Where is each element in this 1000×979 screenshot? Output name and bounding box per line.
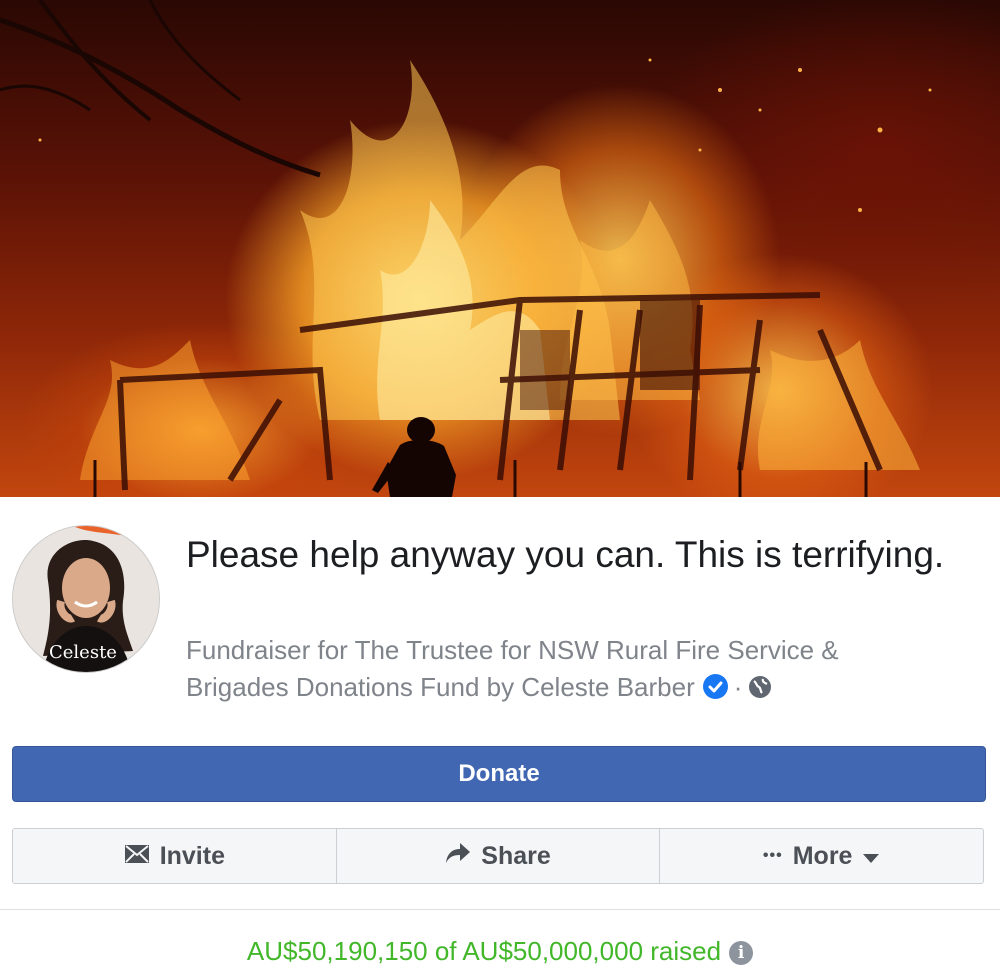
action-bar: Invite Share ••• More [12, 828, 984, 884]
info-icon[interactable]: i [729, 941, 754, 965]
avatar-caption: Celeste [49, 642, 117, 663]
amount-raised: AU$50,190,150 of AU$50,000,000 raised i [0, 936, 1000, 967]
envelope-icon [124, 842, 150, 871]
raised-text: AU$50,190,150 of AU$50,000,000 raised [246, 936, 722, 966]
fundraiser-subtitle: Fundraiser for The Trustee for NSW Rural… [186, 632, 946, 706]
share-arrow-icon [445, 842, 471, 871]
share-button[interactable]: Share [337, 829, 661, 883]
invite-label: Invite [159, 841, 225, 870]
more-label: More [792, 841, 853, 870]
invite-button[interactable]: Invite [13, 829, 337, 883]
fire-scene [0, 0, 932, 497]
fundraiser-title: Please help anyway you can. This is terr… [186, 534, 945, 575]
avatar[interactable]: Celeste [12, 525, 160, 673]
cover-photo [0, 0, 1000, 497]
globe-icon[interactable] [748, 672, 772, 698]
separator: · [733, 672, 743, 702]
more-dots-icon: ••• [762, 847, 783, 864]
divider [0, 909, 1000, 910]
chevron-down-icon [862, 842, 880, 871]
donate-button[interactable]: Donate [12, 746, 986, 802]
verified-badge-icon [702, 674, 728, 699]
share-label: Share [481, 841, 551, 870]
more-button[interactable]: ••• More [660, 829, 983, 883]
